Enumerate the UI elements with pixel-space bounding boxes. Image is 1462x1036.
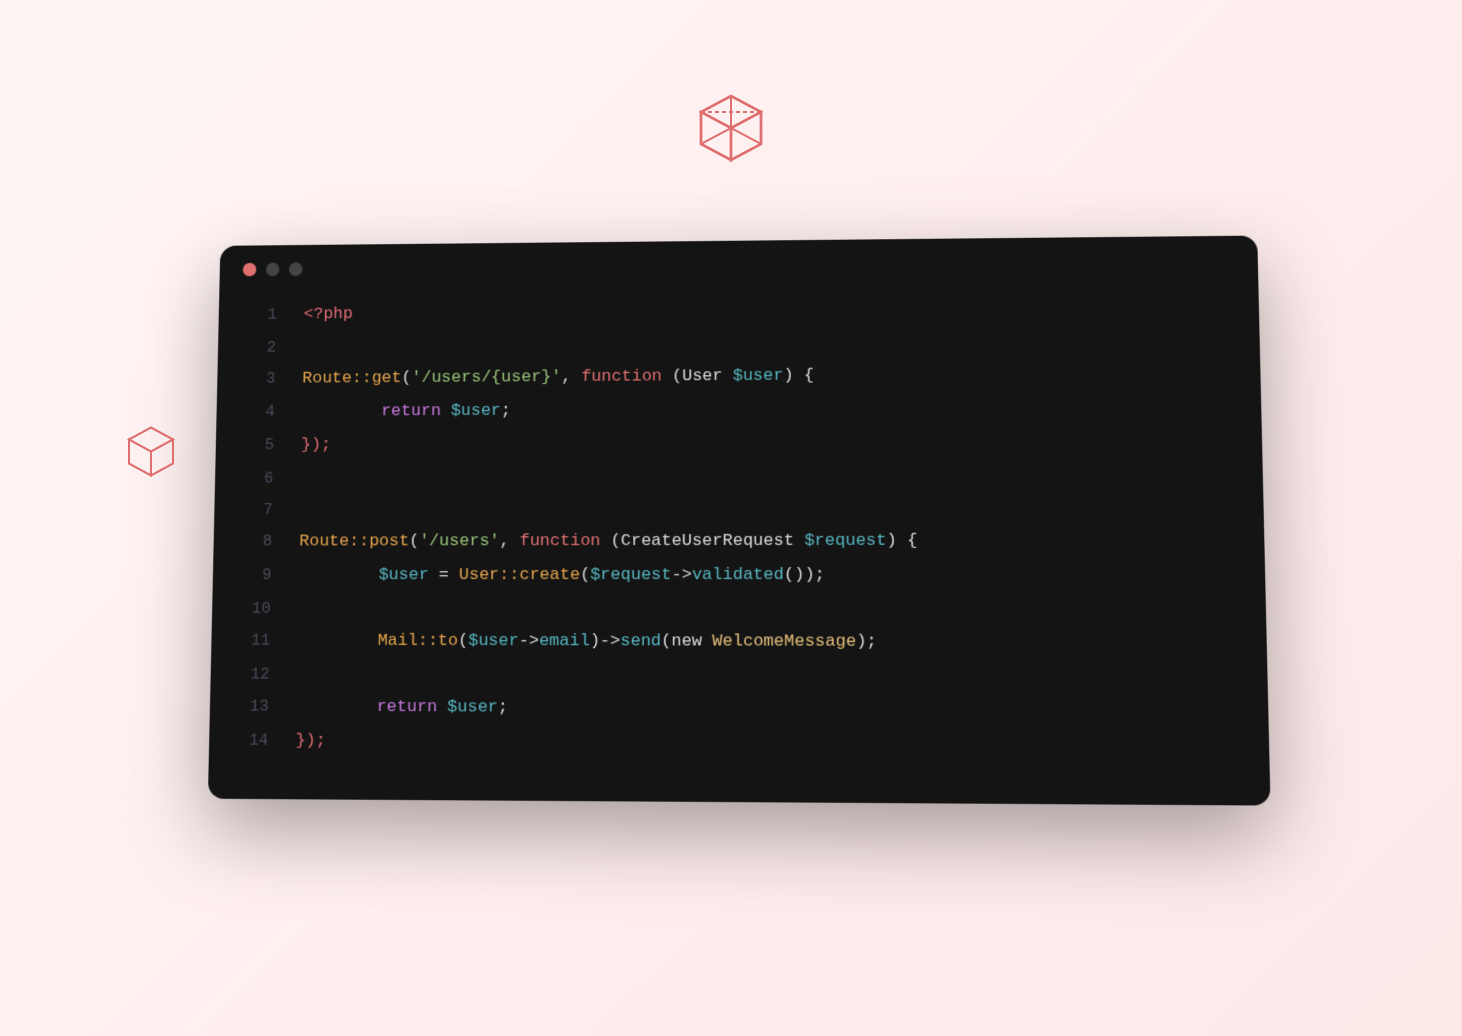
code-line: 6 xyxy=(234,459,1232,494)
cube-top-icon xyxy=(691,88,771,173)
line-content: <?php xyxy=(303,299,353,332)
line-number: 9 xyxy=(232,559,272,591)
code-window: 1 <?php23 Route::get('/users/{user}', func… xyxy=(208,236,1271,806)
line-number: 5 xyxy=(235,430,274,461)
code-line: 14}); xyxy=(228,724,1238,763)
line-number: 13 xyxy=(229,690,269,722)
code-body: 1 <?php23 Route::get('/users/{user}', func… xyxy=(208,281,1271,805)
line-content: return $user; xyxy=(301,395,511,429)
line-number: 6 xyxy=(234,463,273,495)
traffic-dot-red xyxy=(243,263,257,277)
code-line: 9 $user = User::create($request->validat… xyxy=(232,559,1235,594)
code-line: 4 return $user; xyxy=(236,391,1231,430)
line-content: Route::get('/users/{user}', function (Us… xyxy=(302,360,814,396)
line-content: return $user; xyxy=(296,691,508,726)
code-line: 8 Route::post('/users', function (CreateU… xyxy=(233,524,1234,559)
line-number: 8 xyxy=(233,526,273,558)
line-number: 12 xyxy=(230,659,270,691)
code-line: 7 xyxy=(233,492,1233,526)
line-number: 7 xyxy=(233,494,273,526)
traffic-dot-green xyxy=(289,262,303,276)
line-content: Mail::to($user->email)->send(new Welcome… xyxy=(297,625,877,660)
cube-left-icon xyxy=(121,422,181,487)
line-number: 1 xyxy=(238,299,277,330)
line-number: 3 xyxy=(236,363,275,394)
line-number: 14 xyxy=(228,724,268,756)
code-line: 3 Route::get('/users/{user}', function (U… xyxy=(236,357,1230,396)
line-content: Route::post('/users', function (CreateUs… xyxy=(299,525,918,560)
code-line: 10 xyxy=(231,593,1235,626)
code-line: 5}); xyxy=(235,425,1232,463)
line-content: }); xyxy=(295,725,326,759)
line-content: }); xyxy=(301,429,331,462)
line-content: $user = User::create($request->validated… xyxy=(298,559,825,593)
traffic-dot-yellow xyxy=(266,263,280,277)
line-number: 4 xyxy=(236,396,275,427)
line-number: 2 xyxy=(237,332,276,363)
code-line: 13 return $user; xyxy=(229,690,1237,728)
line-number: 10 xyxy=(231,593,271,625)
code-line: 12 xyxy=(230,659,1237,694)
scene: 1 <?php23 Route::get('/users/{user}', func… xyxy=(181,118,1281,918)
code-line: 11 Mail::to($user->email)->send(new Welc… xyxy=(231,625,1236,661)
line-number: 11 xyxy=(231,625,271,657)
